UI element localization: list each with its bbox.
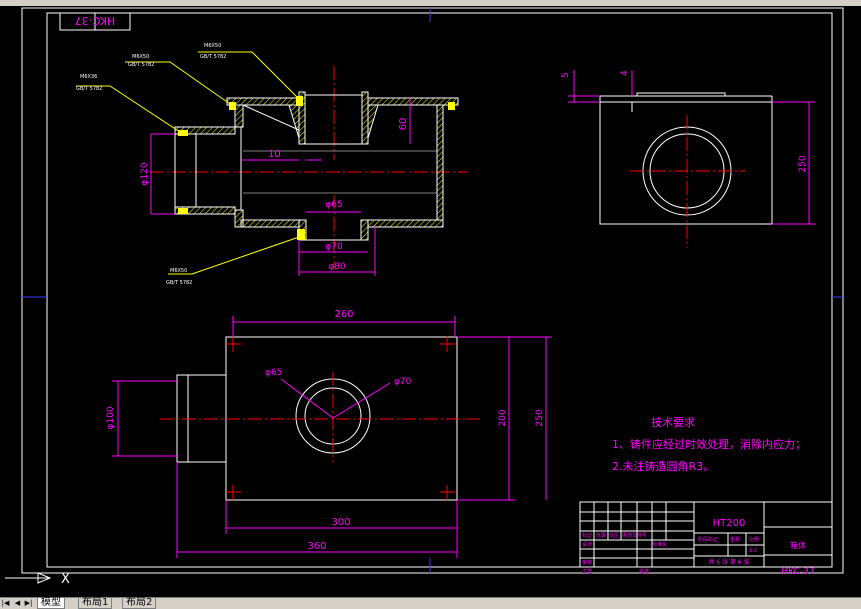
- svg-text:共 6 张 第 6 张: 共 6 张 第 6 张: [708, 558, 749, 566]
- svg-text:250: 250: [798, 155, 808, 172]
- front-section-view: [150, 66, 468, 270]
- ucs-x-label: X: [61, 572, 70, 587]
- svg-text:标准化: 标准化: [652, 541, 667, 548]
- callout-bolt-3: M6X36 GB/T 5782: [76, 74, 181, 133]
- tb-part-name: 箱体: [790, 540, 806, 550]
- svg-text:φ65: φ65: [265, 368, 282, 378]
- svg-text:更改文件号: 更改文件号: [622, 532, 647, 539]
- svg-text:比例: 比例: [749, 536, 759, 543]
- top-view: [160, 336, 480, 501]
- tab-next-icon[interactable]: ▶|: [24, 598, 33, 608]
- svg-text:GB/T 5782: GB/T 5782: [76, 86, 102, 92]
- ucs-icon: X: [5, 572, 70, 587]
- svg-text:处数: 处数: [596, 532, 606, 539]
- svg-text:GB/T 5782: GB/T 5782: [200, 54, 226, 60]
- svg-text:60: 60: [398, 118, 409, 131]
- svg-text:分区: 分区: [609, 532, 619, 539]
- svg-text:4: 4: [620, 70, 630, 76]
- svg-text:审核: 审核: [582, 559, 592, 566]
- svg-text:300: 300: [331, 517, 350, 528]
- svg-text:φ120: φ120: [140, 162, 150, 185]
- svg-text:260: 260: [334, 309, 353, 320]
- svg-text:设计: 设计: [582, 541, 592, 548]
- technical-notes: 技术要求 1、铸件应经过时效处理，消除内应力； 2.未注铸造圆角R3。: [612, 416, 806, 473]
- svg-text:M6X50: M6X50: [204, 43, 221, 49]
- svg-text:200: 200: [498, 409, 508, 426]
- layout-tab-bar: |◀ ◀ ▶| 模型 布局1 布局2: [0, 597, 861, 609]
- note-1: 1、铸件应经过时效处理，消除内应力；: [612, 437, 806, 451]
- title-box-text: HKC-37: [75, 14, 116, 27]
- tab-layout2[interactable]: 布局2: [122, 598, 157, 609]
- tab-prev-icon[interactable]: ◀: [13, 598, 22, 608]
- side-view: [599, 92, 773, 248]
- title-block: HT200 箱体 HKC-37 标记 处数 分区 更改文件号 设计 标准化 审核…: [579, 501, 833, 577]
- svg-text:GB/T 5782: GB/T 5782: [166, 280, 192, 286]
- svg-text:M6X36: M6X36: [80, 74, 97, 80]
- callout-bolt-4: M6X50 GB/T 5782: [166, 236, 300, 286]
- svg-text:φ70: φ70: [325, 242, 343, 252]
- title-box-topleft: HKC-37: [59, 12, 131, 31]
- svg-text:φ65: φ65: [325, 200, 342, 210]
- svg-text:5: 5: [561, 72, 571, 78]
- svg-text:GB/T 5782: GB/T 5782: [128, 62, 154, 68]
- cad-drawing-canvas[interactable]: HKC-37 M6X50 GB/T 5782 M6X50 GB/T 5782 M…: [0, 6, 861, 597]
- svg-text:250: 250: [535, 409, 545, 426]
- svg-text:标记: 标记: [582, 532, 592, 539]
- notes-title: 技术要求: [651, 416, 695, 429]
- tab-first-icon[interactable]: |◀: [1, 598, 10, 608]
- svg-text:φ70: φ70: [394, 377, 412, 387]
- svg-text:批准: 批准: [639, 568, 649, 575]
- svg-text:M6X50: M6X50: [170, 268, 187, 274]
- top-dimensions: 260 φ65 φ70 φ100 200 250 300 360: [106, 309, 552, 558]
- callout-bolt-2: M6X50 GB/T 5782: [125, 54, 231, 105]
- svg-text:1:2: 1:2: [749, 548, 757, 554]
- svg-text:φ100: φ100: [106, 406, 116, 429]
- svg-text:工艺: 工艺: [582, 569, 592, 575]
- tab-layout1[interactable]: 布局1: [78, 598, 113, 609]
- tab-model[interactable]: 模型: [37, 598, 65, 609]
- svg-text:360: 360: [307, 541, 326, 552]
- tb-drawing-no: HKC-37: [781, 567, 814, 577]
- tb-material: HT200: [713, 518, 746, 529]
- svg-text:10: 10: [268, 149, 281, 160]
- svg-text:阶段标记: 阶段标记: [698, 536, 718, 543]
- svg-text:φ80: φ80: [328, 262, 346, 272]
- svg-text:重量: 重量: [730, 536, 740, 543]
- svg-text:M6X50: M6X50: [132, 54, 149, 60]
- note-2: 2.未注铸造圆角R3。: [612, 459, 714, 473]
- callout-bolt-1: M6X50 GB/T 5782: [198, 43, 298, 98]
